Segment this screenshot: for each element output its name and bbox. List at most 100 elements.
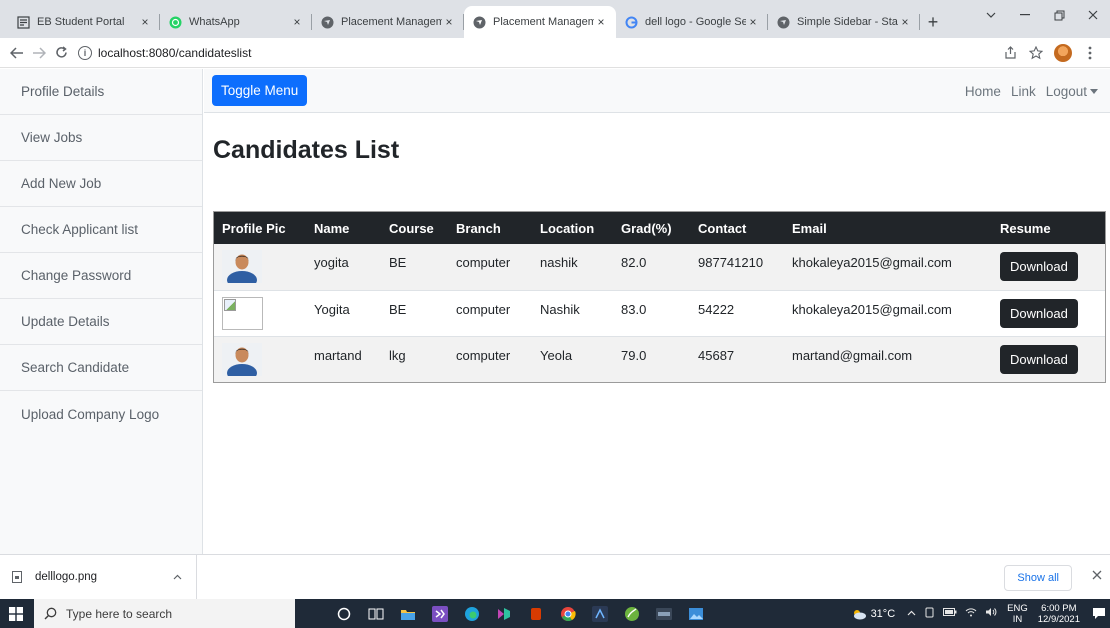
file-explorer-icon[interactable] [394,599,422,628]
cell-location: Yeola [532,335,613,382]
column-header-course: Course [389,220,434,236]
cell-contact: 54222 [690,289,784,336]
tab-title: Simple Sidebar - Start [797,16,898,28]
column-header-contact: Contact [698,220,747,236]
pycharm-icon[interactable] [586,599,614,628]
student-portal-icon [16,15,30,29]
window-close-icon[interactable] [1076,0,1110,30]
notification-center-icon[interactable] [1088,599,1110,628]
chrome-icon[interactable] [554,599,582,628]
volume-icon[interactable] [985,607,997,620]
main-content: Candidates List Profile Pic Name Course … [204,114,1110,554]
address-bar[interactable]: i localhost:8080/candidateslist [78,45,1002,60]
browser-tab-placement-active[interactable]: Placement Manageme × [464,6,616,38]
weather-widget[interactable]: 31°C [851,608,895,620]
chevron-up-icon[interactable] [907,608,916,619]
browser-tab-placement-1[interactable]: Placement Manageme × [312,6,464,38]
close-icon[interactable]: × [594,15,608,29]
wifi-icon[interactable] [965,607,977,620]
kebab-menu-icon[interactable] [1082,45,1098,61]
browser-tab-simple-sidebar[interactable]: Simple Sidebar - Start × [768,6,920,38]
column-header-profile-pic: Profile Pic [222,220,286,236]
close-icon[interactable]: × [442,15,456,29]
site-info-icon[interactable]: i [78,45,92,60]
profile-avatar[interactable] [1054,43,1072,62]
browser-tab-google[interactable]: dell logo - Google Sea × [616,6,768,38]
toggle-menu-button[interactable]: Toggle Menu [212,75,308,106]
vs-code-icon[interactable] [490,599,518,628]
nav-link-home[interactable]: Home [965,84,1001,99]
cell-branch: computer [456,255,511,270]
chevron-down-icon[interactable] [974,0,1008,30]
lang-code: ENG [1007,602,1028,614]
cell-resume: Download [992,244,1105,290]
task-view-icon[interactable] [362,599,390,628]
tab-title: EB Student Portal [37,16,125,28]
browser-tab-whatsapp[interactable]: WhatsApp × [160,6,312,38]
show-all-downloads-button[interactable]: Show all [1004,565,1072,591]
sidebar-item-search-candidate[interactable]: Search Candidate [0,345,202,391]
cell-contact: 45687 [690,335,784,382]
candidates-table: Profile Pic Name Course Branch Location … [214,212,1105,382]
chevron-up-icon[interactable] [173,572,182,583]
windows-taskbar: Type here to search 31°C ENG IN 6:00 PM … [0,599,1110,628]
sidebar-item-profile-details[interactable]: Profile Details [0,69,202,115]
tab-title: Placement Manageme [341,16,442,28]
input-language-indicator[interactable]: ENG IN [1007,603,1028,625]
photos-icon[interactable] [682,599,710,628]
page-title: Candidates List [213,136,400,164]
table-row: yogita BE computer nashik 82.0 987741210… [214,244,1105,290]
windows-start-icon[interactable] [4,599,28,628]
browser-tab-eb-student-portal[interactable]: EB Student Portal × [8,6,160,38]
table-header-row: Profile Pic Name Course Branch Location … [214,212,1105,244]
close-icon[interactable] [1092,567,1102,583]
nav-link-link[interactable]: Link [1011,84,1036,99]
cell-email: martand@gmail.com [784,335,992,382]
spring-tool-icon[interactable] [618,599,646,628]
reload-icon[interactable] [50,42,72,64]
profile-pic-cell [214,289,306,336]
download-resume-button[interactable]: Download [1000,344,1078,374]
search-placeholder: Type here to search [66,606,173,621]
close-icon[interactable]: × [746,15,760,29]
edge-browser-icon[interactable] [458,599,486,628]
sidebar-item-change-password[interactable]: Change Password [0,253,202,299]
office-app-icon[interactable] [522,599,550,628]
minimize-icon[interactable] [1008,0,1042,30]
download-resume-button[interactable]: Download [1000,252,1078,281]
sidebar-item-update-details[interactable]: Update Details [0,299,202,345]
close-icon[interactable]: × [290,15,304,29]
tab-title: Placement Manageme [493,16,594,28]
meet-now-icon[interactable] [924,607,935,621]
url-text: localhost:8080/candidateslist [98,45,252,60]
back-arrow-icon[interactable] [6,42,28,64]
taskbar-search-box[interactable]: Type here to search [34,599,295,628]
tab-title: WhatsApp [189,16,240,28]
new-tab-button[interactable]: + [920,6,946,38]
sidebar-item-upload-company-logo[interactable]: Upload Company Logo [0,391,202,437]
sidebar-item-check-applicant-list[interactable]: Check Applicant list [0,207,202,253]
cortana-icon[interactable] [330,599,358,628]
taskbar-clock[interactable]: 6:00 PM 12/9/2021 [1038,603,1080,625]
search-icon [44,607,57,620]
download-resume-button[interactable]: Download [1000,298,1078,328]
battery-icon[interactable] [943,608,957,619]
forward-arrow-icon[interactable] [28,42,50,64]
bookmark-star-icon[interactable] [1028,45,1044,61]
mysql-workbench-icon[interactable] [650,599,678,628]
sidebar-item-view-jobs[interactable]: View Jobs [0,115,202,161]
restore-icon[interactable] [1042,0,1076,30]
browser-tab-strip: EB Student Portal × WhatsApp × Placement… [0,0,1110,38]
sidebar-item-add-new-job[interactable]: Add New Job [0,161,202,207]
table-row: Yogita BE computer Nashik 83.0 54222 kho… [214,289,1105,336]
file-icon [12,571,22,583]
close-icon[interactable]: × [898,15,912,29]
column-header-resume: Resume [1000,220,1051,236]
nav-dropdown-logout[interactable]: Logout [1046,84,1098,99]
download-item[interactable]: delllogo.png [0,554,197,600]
visual-studio-icon[interactable] [426,599,454,628]
cell-grad: 82.0 [621,255,647,270]
close-icon[interactable]: × [138,15,152,29]
cell-branch: computer [448,289,532,336]
share-icon[interactable] [1002,45,1018,61]
